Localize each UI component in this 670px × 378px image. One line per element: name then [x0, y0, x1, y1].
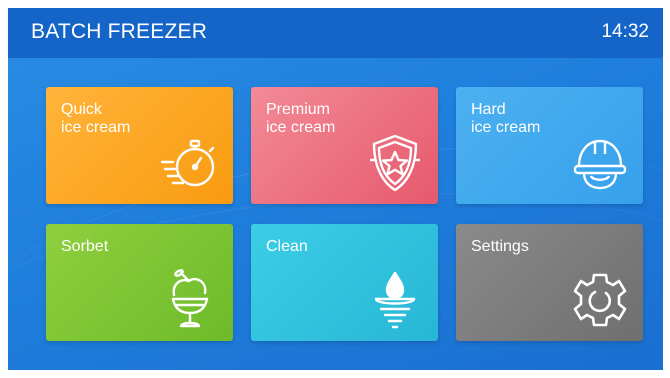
- premium-ice-cream-button[interactable]: Premium ice cream: [251, 87, 438, 204]
- tile-label: Clean: [266, 238, 308, 255]
- clock: 14:32: [601, 21, 649, 42]
- hard-ice-cream-button[interactable]: Hard ice cream: [456, 87, 643, 204]
- sorbet-button[interactable]: Sorbet: [46, 224, 233, 341]
- tile-label: Premium ice cream: [266, 101, 336, 136]
- shield-star-icon: [364, 132, 426, 194]
- stopwatch-icon: [159, 132, 221, 194]
- header-bar: BATCH FREEZER 14:32: [8, 8, 663, 58]
- tile-label: Settings: [471, 238, 529, 255]
- tile-label: Sorbet: [61, 238, 109, 255]
- tile-label: Hard ice cream: [471, 101, 541, 136]
- quick-ice-cream-button[interactable]: Quick ice cream: [46, 87, 233, 204]
- water-drop-icon: [364, 269, 426, 331]
- tile-label: Quick ice cream: [61, 101, 131, 136]
- hard-hat-icon: [569, 132, 631, 194]
- app-title: BATCH FREEZER: [31, 20, 208, 43]
- app-screen: BATCH FREEZER 14:32 Quick ice cream Prem…: [8, 8, 663, 370]
- ice-cream-cup-icon: [159, 269, 221, 331]
- settings-button[interactable]: Settings: [456, 224, 643, 341]
- gear-icon: [569, 269, 631, 331]
- clean-button[interactable]: Clean: [251, 224, 438, 341]
